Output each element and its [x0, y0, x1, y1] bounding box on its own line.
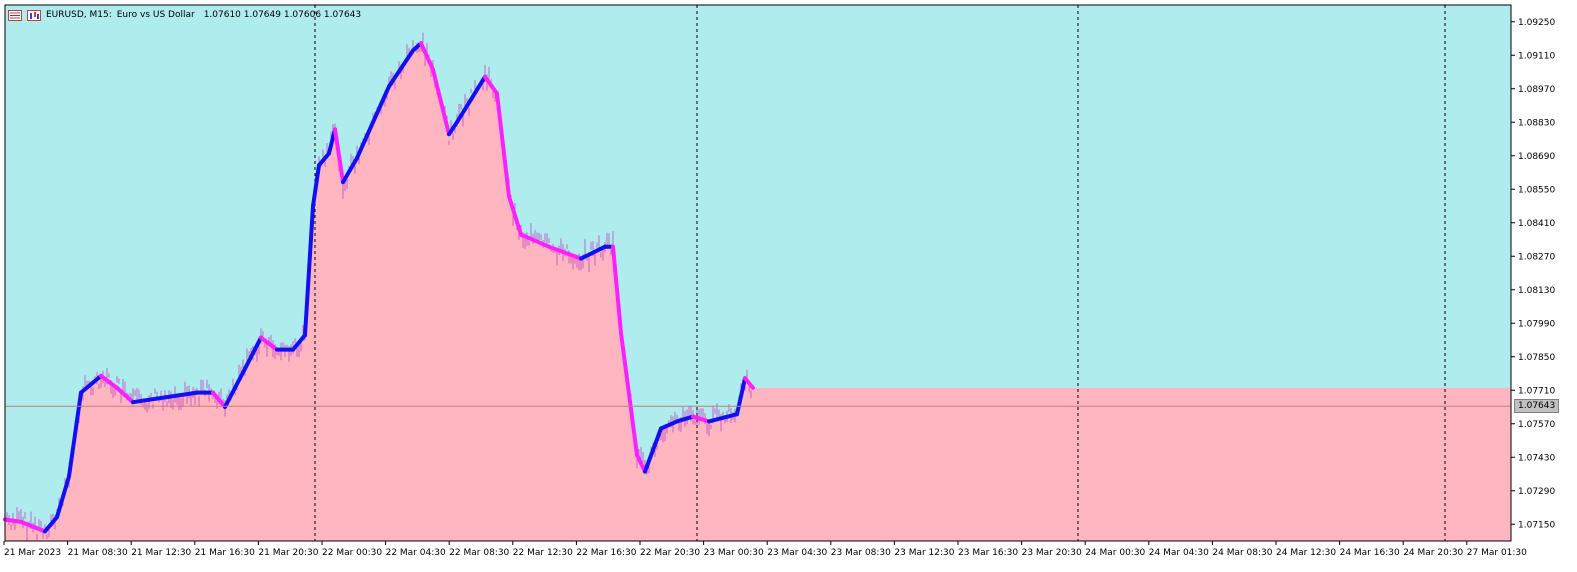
ma-segment	[3, 517, 23, 524]
chart-area[interactable]: 1.09250 1.09110 1.08970 1.08830 1.08690 1.085…	[0, 0, 1577, 568]
price-tick-label: 1.08550	[1518, 185, 1555, 195]
time-tick-label: 23 Mar 00:30	[704, 548, 764, 558]
price-chart[interactable]: 1.09250 1.09110 1.08970 1.08830 1.08690 1.085…	[0, 0, 1577, 568]
plot-area	[3, 4, 1512, 542]
time-tick-label: 24 Mar 04:30	[1149, 548, 1209, 558]
time-tick-label: 23 Mar 08:30	[831, 548, 891, 558]
price-tick-label: 1.08690	[1518, 152, 1555, 162]
price-tick-label: 1.07570	[1518, 420, 1555, 430]
price-tick-label: 1.09110	[1518, 51, 1555, 61]
time-tick-label: 21 Mar 12:30	[131, 548, 191, 558]
price-tick-label: 1.08410	[1518, 219, 1555, 229]
time-tick-label: 22 Mar 20:30	[640, 548, 700, 558]
chart-header: EURUSD, M15: Euro vs US Dollar 1.07610 1…	[8, 8, 361, 22]
price-tick-label: 1.07150	[1518, 520, 1555, 530]
price-tick-label: 1.07290	[1518, 487, 1555, 497]
symbol-description: Euro vs US Dollar	[116, 10, 195, 20]
time-tick-label: 21 Mar 20:30	[258, 548, 318, 558]
time-tick-label: 24 Mar 08:30	[1212, 548, 1272, 558]
time-tick-label: 23 Mar 16:30	[958, 548, 1018, 558]
time-tick-label: 23 Mar 12:30	[894, 548, 954, 558]
time-tick-label: 23 Mar 04:30	[767, 548, 827, 558]
time-tick-label: 24 Mar 16:30	[1340, 548, 1400, 558]
current-price-tag: 1.07643	[1514, 399, 1560, 414]
price-tick-label: 1.07710	[1518, 386, 1555, 396]
time-tick-label: 21 Mar 08:30	[68, 548, 128, 558]
price-tick-label: 1.09250	[1518, 18, 1555, 28]
time-tick-label: 24 Mar 00:30	[1085, 548, 1145, 558]
time-tick-label: 24 Mar 12:30	[1276, 548, 1336, 558]
time-tick-label: 22 Mar 08:30	[449, 548, 509, 558]
chart-properties-icon[interactable]	[8, 9, 22, 21]
price-tick-label: 1.07430	[1518, 453, 1555, 463]
price-tick-label: 1.08970	[1518, 85, 1555, 95]
time-tick-label: 22 Mar 16:30	[576, 548, 636, 558]
ohlc-values: 1.07610 1.07649 1.07606 1.07643	[203, 10, 362, 20]
price-axis: 1.09250 1.09110 1.08970 1.08830 1.08690 1.085…	[1511, 18, 1555, 530]
time-axis: 21 Mar 2023 21 Mar 08:30 21 Mar 12:30 21 Ma…	[3, 541, 1527, 558]
indicators-icon[interactable]	[27, 9, 41, 21]
time-tick-label: 22 Mar 12:30	[513, 548, 573, 558]
price-tick-label: 1.08830	[1518, 118, 1555, 128]
time-tick-label: 22 Mar 04:30	[386, 548, 446, 558]
time-tick-label: 22 Mar 00:30	[322, 548, 382, 558]
time-tick-label: 23 Mar 20:30	[1022, 548, 1082, 558]
time-tick-label: 24 Mar 20:30	[1403, 548, 1463, 558]
price-tick-label: 1.07850	[1518, 353, 1555, 363]
symbol-label: EURUSD, M15:	[46, 10, 112, 20]
time-tick-label: 27 Mar 01:30	[1467, 548, 1527, 558]
time-tick-label: 21 Mar 16:30	[195, 548, 255, 558]
time-tick-label: 21 Mar 2023	[4, 548, 61, 558]
price-tick-label: 1.08130	[1518, 286, 1555, 296]
price-tick-label: 1.08270	[1518, 252, 1555, 262]
price-tick-label: 1.07990	[1518, 319, 1555, 329]
